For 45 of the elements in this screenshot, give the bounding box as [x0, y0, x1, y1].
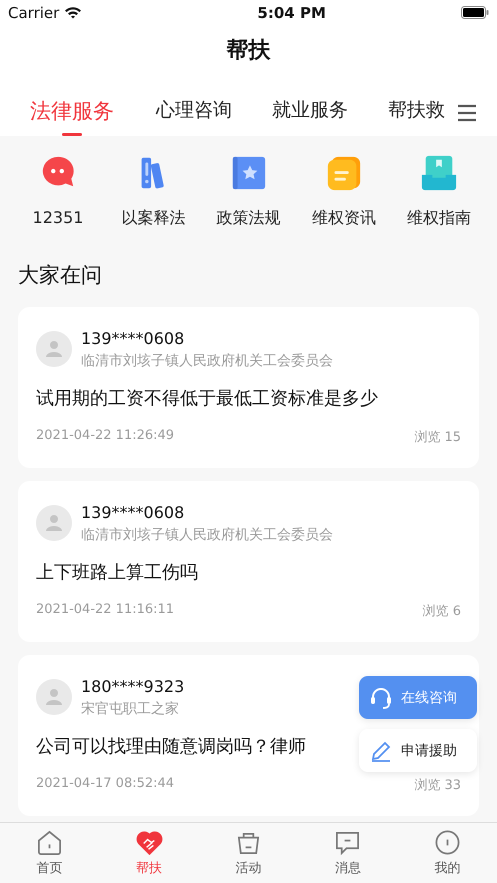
- nav-tab[interactable]: 消息: [298, 823, 398, 883]
- menu-icon[interactable]: [457, 104, 477, 122]
- user-phone: 139****0608: [81, 329, 186, 348]
- question-text: 公司可以找理由随意调岗吗？律师: [36, 735, 306, 758]
- nav-tab[interactable]: 活动: [198, 823, 298, 883]
- wifi-icon: [64, 6, 82, 19]
- organization-name: 临清市刘垓子镇人民政府机关工会委员会: [81, 526, 333, 544]
- inbox-tray-icon: [420, 154, 458, 192]
- view-count: 浏览 15: [414, 429, 461, 446]
- category-tab[interactable]: 就业服务: [272, 89, 348, 136]
- view-count: 浏览 33: [414, 777, 461, 794]
- section-title: 大家在问: [18, 262, 103, 289]
- post-date: 2021-04-17 08:52:44: [36, 776, 174, 793]
- organization-name: 临清市刘垓子镇人民政府机关工会委员会: [81, 352, 333, 370]
- view-count: 浏览 6: [422, 603, 461, 620]
- message-icon: [334, 829, 362, 856]
- profile-icon: [434, 829, 461, 856]
- post-date: 2021-04-22 11:16:11: [36, 602, 174, 619]
- user-phone: 180****9323: [81, 677, 184, 696]
- shortcut-button[interactable]: 12351: [18, 154, 98, 229]
- page-title: 帮扶: [226, 37, 272, 65]
- shortcut-button[interactable]: 维权资讯: [304, 154, 384, 229]
- category-tab[interactable]: 心理咨询: [156, 89, 232, 136]
- home-icon: [36, 829, 64, 856]
- question-card[interactable]: 139****0608 临清市刘垓子镇人民政府机关工会委员会 试用期的工资不得低于最低工资标准是多少 2021-04-22 11:26:49 浏览 15: [18, 307, 479, 468]
- floating-action-button[interactable]: 申请援助: [359, 729, 477, 772]
- clock-time: 5:04 PM: [257, 4, 326, 22]
- user-phone: 139****0608: [81, 503, 186, 522]
- nav-tab[interactable]: 我的: [398, 823, 497, 883]
- organization-name: 宋官屯职工之家: [81, 700, 180, 718]
- handshake-heart-icon: [136, 829, 163, 856]
- carrier-label: Carrier: [8, 4, 60, 22]
- question-card[interactable]: 139****0608 临清市刘垓子镇人民政府机关工会委员会 上下班路上算工伤吗 2021-04-22 11:16:11 浏览 6: [18, 481, 479, 642]
- shortcut-button[interactable]: 政策法规: [208, 154, 288, 229]
- battery-icon: [460, 6, 489, 19]
- category-tab[interactable]: 帮扶救: [388, 89, 456, 136]
- shortcut-button[interactable]: 维权指南: [399, 154, 479, 229]
- nav-tab[interactable]: 帮扶: [99, 823, 199, 883]
- category-tab[interactable]: 法律服务: [30, 89, 114, 136]
- nav-tab[interactable]: 首页: [0, 823, 100, 883]
- question-text: 试用期的工资不得低于最低工资标准是多少: [36, 387, 378, 410]
- post-date: 2021-04-22 11:26:49: [36, 428, 174, 445]
- question-text: 上下班路上算工伤吗: [36, 561, 198, 584]
- headset-icon: [369, 686, 393, 710]
- shortcut-button[interactable]: 以案释法: [113, 154, 194, 229]
